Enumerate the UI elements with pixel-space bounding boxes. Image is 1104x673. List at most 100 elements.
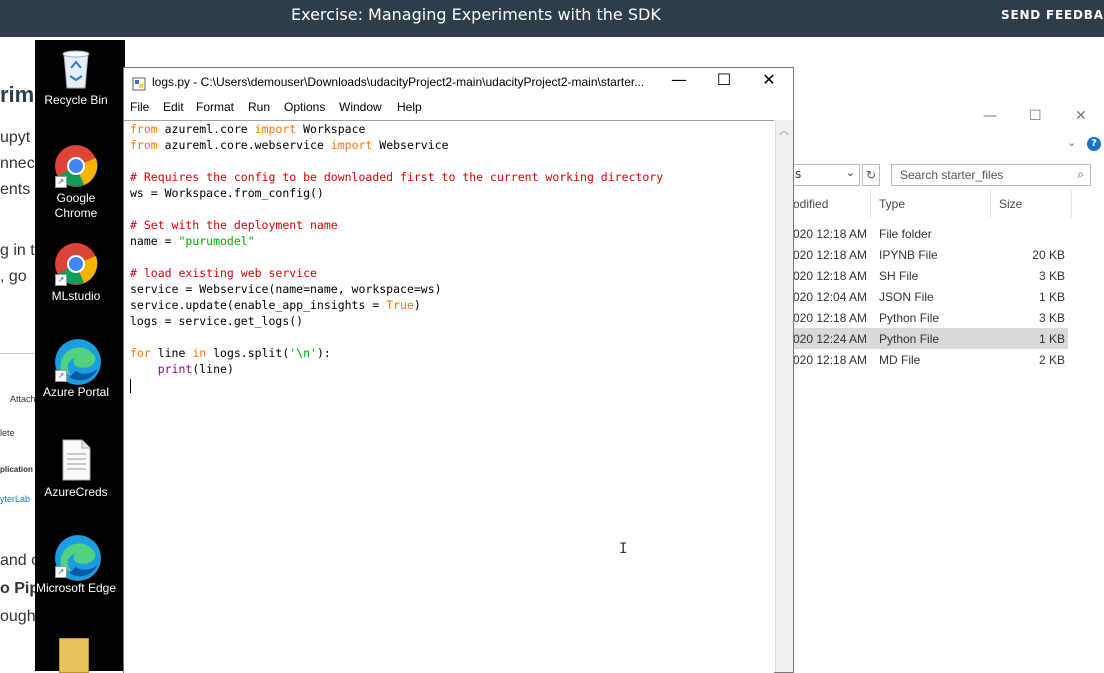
column-type[interactable]: Type <box>879 197 905 211</box>
file-row[interactable]: 020 12:18 AM File folder <box>793 223 1068 244</box>
desktop-icon-label: Recycle Bin <box>44 93 108 107</box>
desktop-icon-mlstudio[interactable]: ↗ MLstudio <box>35 242 117 304</box>
lesson-title: Exercise: Managing Experiments with the … <box>291 5 661 24</box>
code-line: from azureml.core import Workspace <box>130 121 663 137</box>
file-row[interactable]: 020 12:18 AM Python File 3 KB <box>793 307 1068 328</box>
file-modified: 020 12:18 AM <box>793 227 868 241</box>
file-type: SH File <box>879 269 919 283</box>
code-line: # Set with the deployment name <box>130 217 663 233</box>
code-editor-textarea[interactable]: from azureml.core import Workspace from a… <box>124 120 774 673</box>
file-row[interactable]: 020 12:18 AM MD File 2 KB <box>793 349 1068 370</box>
text-cursor-ibeam-icon: I <box>619 541 628 557</box>
desktop-icon-label: Microsoft Edge <box>35 581 117 595</box>
code-token: ws = Workspace.from_config() <box>130 186 324 200</box>
recycle-bin-icon <box>54 46 98 90</box>
code-line: service.update(enable_app_insights = Tru… <box>130 297 663 313</box>
file-size: 20 KB <box>1032 248 1065 262</box>
menu-edit[interactable]: Edit <box>163 100 184 114</box>
minimize-icon[interactable]: — <box>983 108 997 124</box>
desktop-icon-azure-portal[interactable]: ↗ Azure Portal <box>35 338 117 400</box>
column-divider <box>1071 190 1072 218</box>
file-type: JSON File <box>879 290 934 304</box>
menu-options[interactable]: Options <box>284 100 325 114</box>
code-token: from <box>130 138 158 152</box>
code-token: logs.split( <box>206 346 290 360</box>
help-icon[interactable]: ? <box>1087 137 1101 151</box>
maximize-icon[interactable]: ☐ <box>1029 108 1042 124</box>
file-type: Python File <box>879 311 940 325</box>
code-token: import <box>254 122 297 136</box>
bg-ui-fragment: lete <box>0 428 15 438</box>
file-row[interactable]: 020 12:18 AM SH File 3 KB <box>793 265 1068 286</box>
code-line: name = "purumodel" <box>130 233 663 249</box>
column-divider <box>990 190 991 218</box>
code-line: logs = service.get_logs() <box>130 313 663 329</box>
code-token: # Set with the deployment name <box>130 218 338 232</box>
code-token: Workspace <box>296 122 366 136</box>
column-date-modified[interactable]: odified <box>793 197 828 211</box>
desktop: Recycle Bin ↗ Google Chrome ↗ MLstudio ↗… <box>35 40 125 673</box>
desktop-icon-microsoft-edge[interactable]: ↗ Microsoft Edge <box>35 534 117 596</box>
menu-run[interactable]: Run <box>248 100 270 114</box>
address-bar[interactable]: s ⌄ <box>793 164 860 186</box>
bg-ui-fragment: plication <box>0 465 33 474</box>
menu-window[interactable]: Window <box>339 100 382 114</box>
code-line: service = Webservice(name=name, workspac… <box>130 281 663 297</box>
menu-help[interactable]: Help <box>397 100 422 114</box>
close-icon[interactable]: ✕ <box>746 70 792 89</box>
vertical-scrollbar[interactable]: ︿ <box>775 120 793 672</box>
code-token: in <box>192 346 207 360</box>
code-line: # Requires the config to be downloaded f… <box>130 169 663 185</box>
code-token: Webservice <box>372 138 449 152</box>
scroll-up-arrow-icon[interactable]: ︿ <box>779 122 789 137</box>
close-icon[interactable]: ✕ <box>1075 108 1087 124</box>
file-modified: 020 12:18 AM <box>793 311 868 325</box>
chevron-down-icon[interactable]: ⌄ <box>1067 136 1076 149</box>
window-titlebar[interactable]: logs.py - C:\Users\demouser\Downloads\ud… <box>124 68 793 97</box>
send-feedback-button[interactable]: SEND FEEDBA <box>1001 8 1104 22</box>
file-type: File folder <box>879 227 932 241</box>
menu-bar: File Edit Format Run Options Window Help <box>124 98 793 118</box>
bg-text-fragment: o Pip <box>0 580 36 597</box>
code-token: for <box>130 346 151 360</box>
code-token: logs = service.get_logs() <box>130 314 304 328</box>
edge-icon: ↗ <box>54 338 101 385</box>
menu-format[interactable]: Format <box>196 100 234 114</box>
column-size[interactable]: Size <box>999 197 1022 211</box>
idle-editor-window: logs.py - C:\Users\demouser\Downloads\ud… <box>123 67 794 673</box>
desktop-icon-label: Azure Portal <box>42 385 110 399</box>
code-token: ) <box>413 298 421 312</box>
bg-ui-fragment: Attach <box>10 394 36 404</box>
refresh-icon[interactable]: ↻ <box>862 164 880 186</box>
search-input[interactable]: Search starter_files ⌕ <box>891 164 1091 186</box>
desktop-icon-google-chrome[interactable]: ↗ Google Chrome <box>35 144 117 221</box>
desktop-icon-recycle-bin[interactable]: Recycle Bin <box>35 46 117 108</box>
address-text: s <box>795 167 802 181</box>
file-row-selected[interactable]: 020 12:24 AM Python File 1 KB <box>793 328 1068 349</box>
file-type: MD File <box>879 353 921 367</box>
file-row[interactable]: 020 12:18 AM IPYNB File 20 KB <box>793 244 1068 265</box>
background-page-fragment: rime upyt nnec ents g in th , go Attach … <box>0 37 36 671</box>
code-token: azureml.core.webservice <box>157 138 331 152</box>
file-row[interactable]: 020 12:04 AM JSON File 1 KB <box>793 286 1068 307</box>
folder-icon[interactable] <box>59 638 89 673</box>
code-token: (line) <box>192 362 234 376</box>
column-divider <box>870 190 871 218</box>
code-token: print <box>157 362 193 376</box>
maximize-icon[interactable]: ☐ <box>701 70 747 89</box>
code-line: for line in logs.split('\n'): <box>130 345 663 361</box>
minimize-icon[interactable]: — <box>656 70 702 89</box>
search-placeholder: Search starter_files <box>900 168 1004 182</box>
code-line: from azureml.core.webservice import Webs… <box>130 137 663 153</box>
search-icon: ⌕ <box>1077 167 1084 181</box>
file-modified: 020 12:18 AM <box>793 269 868 283</box>
code-token: line <box>150 346 193 360</box>
menu-file[interactable]: File <box>130 100 149 114</box>
desktop-icon-azurecreds[interactable]: AzureCreds <box>35 438 117 500</box>
text-caret <box>130 378 131 393</box>
bg-ui-fragment: yterLab <box>0 494 31 504</box>
